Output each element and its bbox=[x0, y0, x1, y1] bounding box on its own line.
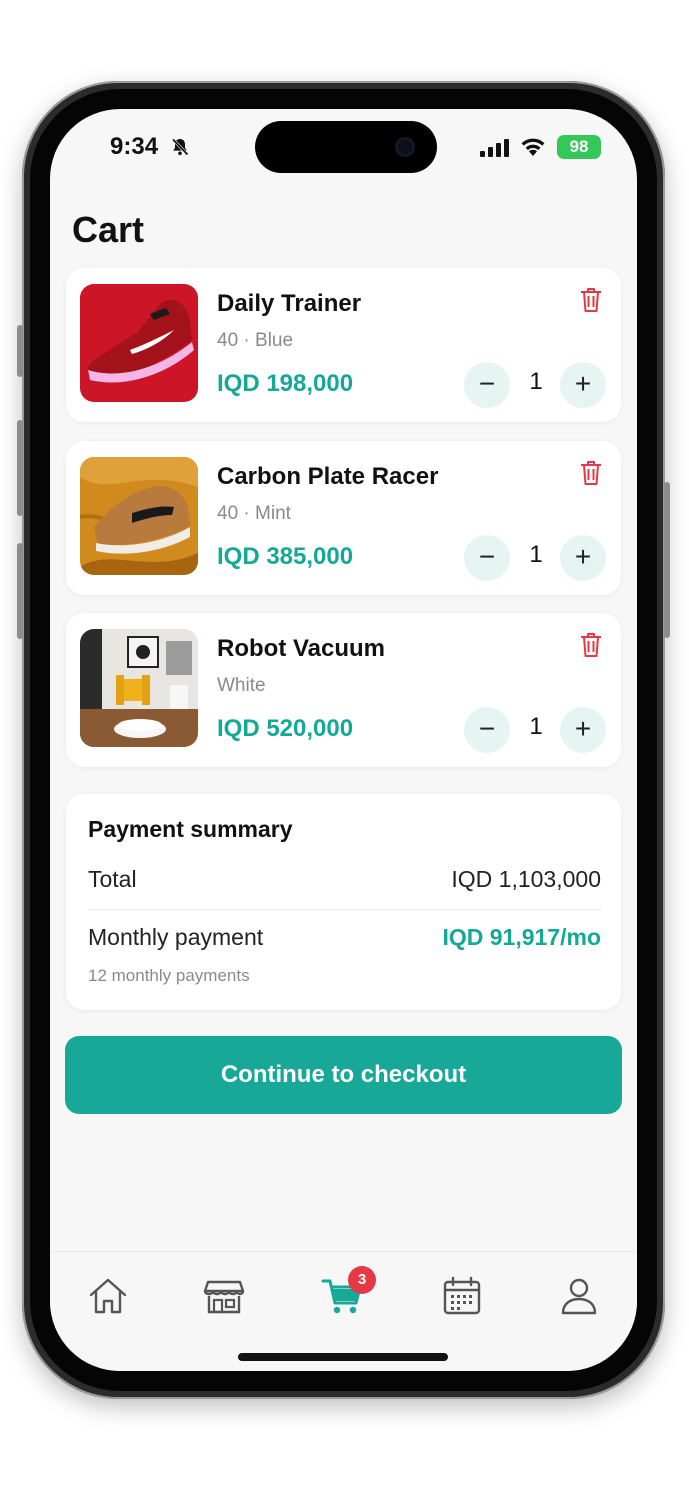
item-name: Robot Vacuum bbox=[217, 635, 386, 662]
tab-calendar[interactable] bbox=[440, 1274, 484, 1318]
store-icon bbox=[203, 1280, 245, 1314]
item-variant: White bbox=[217, 675, 266, 696]
page-title: Cart bbox=[72, 209, 145, 250]
item-variant: 40 · Mint bbox=[217, 503, 291, 524]
item-name: Daily Trainer bbox=[217, 290, 362, 317]
decrease-quantity-button[interactable]: − bbox=[464, 707, 510, 753]
quantity-value: 1 bbox=[529, 368, 543, 395]
status-time: 9:34 bbox=[110, 133, 159, 160]
cart-item-carbon-plate-racer[interactable]: Carbon Plate Racer 40 · Mint IQD 385,000… bbox=[66, 441, 621, 595]
payment-summary-title: Payment summary bbox=[88, 816, 293, 842]
dynamic-island bbox=[255, 121, 437, 173]
cart-item-daily-trainer[interactable]: Daily Trainer 40 · Blue IQD 198,000 − 1 … bbox=[66, 268, 621, 422]
mute-switch bbox=[17, 325, 23, 377]
installments-note: 12 monthly payments bbox=[88, 966, 250, 985]
decrease-quantity-button[interactable]: − bbox=[464, 362, 510, 408]
volume-up-button bbox=[17, 420, 23, 516]
trash-icon[interactable] bbox=[579, 286, 603, 314]
product-thumbnail[interactable] bbox=[80, 457, 198, 575]
home-indicator[interactable] bbox=[238, 1353, 448, 1361]
screen: 9:34 98 Cart Daily Trainer 40 · Blue IQD… bbox=[50, 109, 637, 1371]
increase-quantity-button[interactable]: + bbox=[560, 535, 606, 581]
item-price: IQD 198,000 bbox=[217, 370, 354, 397]
divider bbox=[88, 909, 601, 910]
profile-icon bbox=[561, 1278, 597, 1315]
tab-home[interactable] bbox=[86, 1274, 130, 1318]
front-camera-icon bbox=[395, 137, 415, 157]
product-thumbnail[interactable] bbox=[80, 629, 198, 747]
item-variant: 40 · Blue bbox=[217, 330, 294, 351]
quantity-value: 1 bbox=[529, 713, 543, 740]
increase-quantity-button[interactable]: + bbox=[560, 707, 606, 753]
cellular-signal-icon bbox=[480, 139, 509, 157]
product-thumbnail[interactable] bbox=[80, 284, 198, 402]
total-value: IQD 1,103,000 bbox=[451, 866, 601, 892]
payment-summary-card: Payment summary Total IQD 1,103,000 Mont… bbox=[66, 794, 621, 1010]
quantity-value: 1 bbox=[529, 541, 543, 568]
monthly-payment-value: IQD 91,917/mo bbox=[442, 924, 601, 950]
item-price: IQD 520,000 bbox=[217, 715, 354, 742]
calendar-icon bbox=[443, 1276, 481, 1315]
total-label: Total bbox=[88, 866, 137, 892]
trash-icon[interactable] bbox=[579, 631, 603, 659]
cart-item-robot-vacuum[interactable]: Robot Vacuum White IQD 520,000 − 1 + bbox=[66, 613, 621, 767]
decrease-quantity-button[interactable]: − bbox=[464, 535, 510, 581]
power-button bbox=[664, 482, 670, 638]
item-name: Carbon Plate Racer bbox=[217, 463, 439, 490]
battery-indicator: 98 bbox=[557, 135, 601, 159]
item-price: IQD 385,000 bbox=[217, 543, 354, 570]
trash-icon[interactable] bbox=[579, 459, 603, 487]
tab-store[interactable] bbox=[202, 1274, 246, 1318]
tab-profile[interactable] bbox=[557, 1274, 601, 1318]
wifi-icon bbox=[521, 138, 545, 156]
cart-count-badge: 3 bbox=[348, 1266, 376, 1294]
continue-to-checkout-button[interactable]: Continue to checkout bbox=[65, 1036, 622, 1114]
silent-bell-icon bbox=[171, 138, 189, 156]
volume-down-button bbox=[17, 543, 23, 639]
monthly-payment-label: Monthly payment bbox=[88, 924, 264, 950]
home-icon bbox=[89, 1278, 127, 1314]
increase-quantity-button[interactable]: + bbox=[560, 362, 606, 408]
